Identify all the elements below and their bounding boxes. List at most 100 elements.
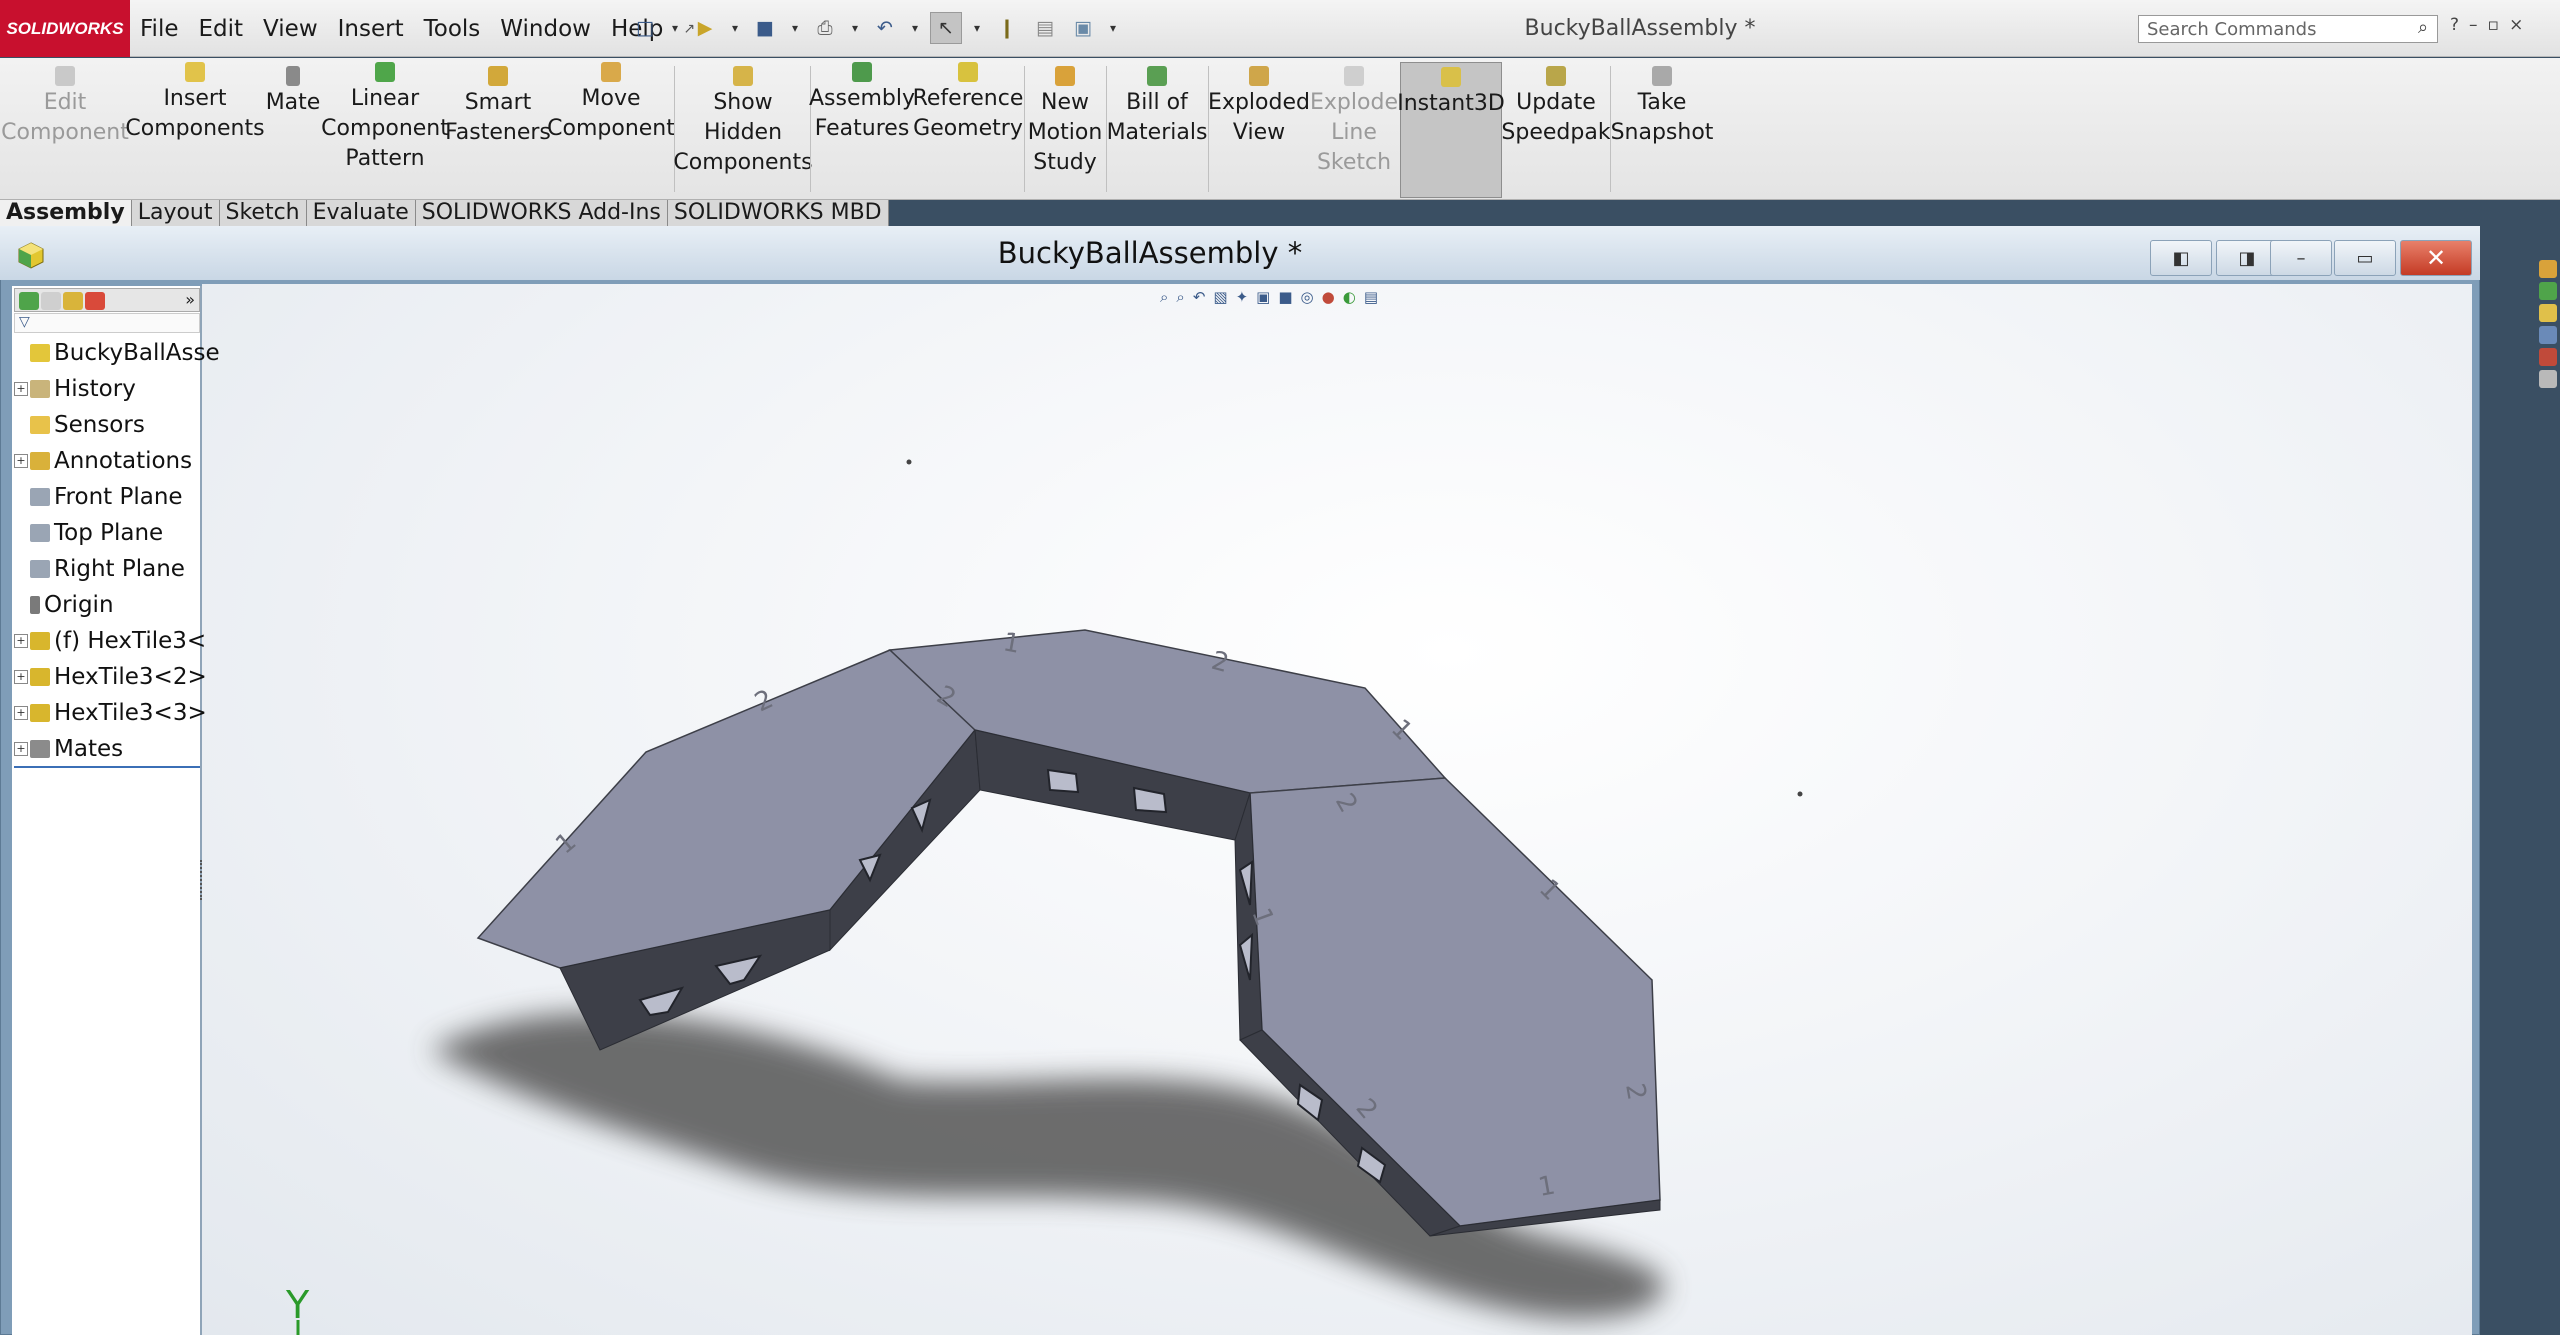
chevron-down-icon[interactable]: ▾: [908, 21, 922, 35]
apply-scene-icon[interactable]: ◐: [1343, 288, 1356, 308]
menu-view[interactable]: View: [263, 16, 318, 42]
help-icon[interactable]: ?: [2450, 15, 2459, 35]
chevron-down-icon[interactable]: ▾: [970, 21, 984, 35]
move-component-button[interactable]: Move Component: [547, 58, 675, 192]
hide-show-items-icon[interactable]: ◎: [1301, 288, 1314, 308]
tree-node-origin[interactable]: Origin: [14, 588, 114, 622]
display-manager-tab-icon[interactable]: [85, 292, 105, 310]
appearances-icon[interactable]: [2539, 348, 2557, 366]
print-icon[interactable]: ⎙: [810, 13, 840, 43]
tree-node-mates[interactable]: + Mates: [14, 732, 123, 766]
exploded-view-button[interactable]: Exploded View: [1208, 62, 1310, 196]
panel-splitter-handle[interactable]: [200, 860, 206, 900]
chevron-down-icon[interactable]: ▾: [728, 21, 742, 35]
tree-node-history[interactable]: + History: [14, 372, 136, 406]
edit-component-button[interactable]: Edit Component: [1, 62, 129, 196]
graphics-viewport[interactable]: 1 2 1 2 1 2 1 2 1 2 1 2 Y: [202, 284, 2472, 1335]
expand-icon[interactable]: +: [14, 634, 28, 648]
property-manager-tab-icon[interactable]: [41, 292, 61, 310]
tree-node-hextile3-3[interactable]: + HexTile3<3>: [14, 696, 207, 730]
tree-node-right-plane[interactable]: Right Plane: [14, 552, 185, 586]
file-properties-icon[interactable]: ▤: [1030, 13, 1060, 43]
options-icon[interactable]: ▣: [1068, 13, 1098, 43]
chevron-down-icon[interactable]: ▾: [1106, 21, 1120, 35]
expand-icon[interactable]: +: [14, 454, 28, 468]
search-icon[interactable]: ⌕: [2418, 17, 2428, 38]
bill-of-materials-button[interactable]: Bill of Materials: [1107, 62, 1207, 196]
tree-node-root[interactable]: BuckyBallAsse: [14, 336, 220, 370]
tree-node-front-plane[interactable]: Front Plane: [14, 480, 183, 514]
insert-components-button[interactable]: Insert Components: [125, 58, 265, 192]
feature-tree-tab-icon[interactable]: [19, 292, 39, 310]
custom-properties-icon[interactable]: [2539, 370, 2557, 388]
new-motion-study-button[interactable]: New Motion Study: [1026, 62, 1104, 196]
explode-line-sketch-button[interactable]: Explode Line Sketch: [1310, 62, 1398, 196]
save-icon[interactable]: ■: [750, 13, 780, 43]
restore-icon[interactable]: ▫: [2488, 15, 2500, 35]
undo-icon[interactable]: ↶: [870, 13, 900, 43]
close-button[interactable]: ✕: [2400, 240, 2472, 276]
search-commands-input[interactable]: Search Commands: [2138, 15, 2438, 43]
linear-component-pattern-button[interactable]: Linear Component Pattern: [321, 58, 449, 192]
zoom-to-area-icon[interactable]: ⌕: [1176, 288, 1184, 308]
tab-addins[interactable]: SOLIDWORKS Add-Ins: [415, 200, 668, 226]
section-view-icon[interactable]: ▧: [1213, 288, 1227, 308]
tab-evaluate[interactable]: Evaluate: [306, 200, 416, 226]
tree-filter-icon[interactable]: ▽: [14, 313, 200, 333]
configuration-manager-tab-icon[interactable]: [63, 292, 83, 310]
new-document-icon[interactable]: □: [630, 13, 660, 43]
zoom-to-fit-icon[interactable]: ⌕: [1160, 288, 1168, 308]
chevron-down-icon[interactable]: ▾: [788, 21, 802, 35]
take-snapshot-button[interactable]: Take Snapshot: [1611, 62, 1713, 196]
tab-layout[interactable]: Layout: [131, 200, 220, 226]
instant3d-button[interactable]: Instant3D: [1397, 62, 1505, 198]
chevron-down-icon[interactable]: ▾: [668, 21, 682, 35]
expand-tabs-icon[interactable]: »: [185, 290, 195, 309]
previous-view-icon[interactable]: ↶: [1193, 288, 1206, 308]
solidworks-logo[interactable]: SOLIDWORKS: [0, 0, 130, 57]
rebuild-icon[interactable]: ❙: [992, 13, 1022, 43]
edit-appearance-icon[interactable]: ●: [1322, 288, 1335, 308]
expand-icon[interactable]: +: [14, 670, 28, 684]
menu-file[interactable]: File: [140, 16, 179, 42]
tab-assembly[interactable]: Assembly: [0, 200, 132, 226]
tile-left-button[interactable]: ◧: [2150, 240, 2212, 276]
menu-tools[interactable]: Tools: [424, 16, 481, 42]
expand-icon[interactable]: +: [14, 742, 28, 756]
smart-fasteners-button[interactable]: Smart Fasteners: [445, 62, 551, 196]
expand-icon[interactable]: +: [14, 382, 28, 396]
reference-geometry-button[interactable]: Reference Geometry: [912, 58, 1024, 192]
dynamic-annotation-icon[interactable]: ✦: [1236, 288, 1249, 308]
assembly-features-button[interactable]: Assembly Features: [809, 58, 915, 192]
file-explorer-icon[interactable]: [2539, 304, 2557, 322]
open-folder-icon[interactable]: ▶: [690, 13, 720, 43]
show-hidden-components-button[interactable]: Show Hidden Components: [673, 62, 813, 196]
tree-node-hextile3-1[interactable]: + (f) HexTile3<: [14, 624, 206, 658]
tile-right-button[interactable]: ◨: [2216, 240, 2278, 276]
close-icon[interactable]: ×: [2509, 15, 2523, 35]
tree-node-annotations[interactable]: + Annotations: [14, 444, 192, 478]
minimize-button[interactable]: –: [2270, 240, 2332, 276]
view-palette-icon[interactable]: [2539, 326, 2557, 344]
display-style-icon[interactable]: ■: [1278, 288, 1292, 308]
chevron-down-icon[interactable]: ▾: [848, 21, 862, 35]
tree-node-hextile3-2[interactable]: + HexTile3<2>: [14, 660, 207, 694]
hex-tile-1[interactable]: [476, 649, 981, 1051]
menu-edit[interactable]: Edit: [199, 16, 244, 42]
home-icon[interactable]: [2539, 260, 2557, 278]
tab-sketch[interactable]: Sketch: [219, 200, 307, 226]
view-settings-icon[interactable]: ▤: [1364, 288, 1378, 308]
update-speedpak-button[interactable]: Update Speedpak: [1501, 62, 1611, 196]
design-library-icon[interactable]: [2539, 282, 2557, 300]
mate-button[interactable]: Mate: [262, 62, 324, 196]
expand-icon[interactable]: +: [14, 706, 28, 720]
tree-node-top-plane[interactable]: Top Plane: [14, 516, 163, 550]
maximize-button[interactable]: ▭: [2334, 240, 2396, 276]
assembly-model[interactable]: 1 2 1 2 1 2 1 2 1 2 1 2 Y: [202, 284, 2472, 1335]
tree-node-sensors[interactable]: Sensors: [14, 408, 145, 442]
view-orientation-icon[interactable]: ▣: [1256, 288, 1270, 308]
menu-window[interactable]: Window: [500, 16, 591, 42]
minimize-icon[interactable]: –: [2469, 15, 2478, 35]
tab-mbd[interactable]: SOLIDWORKS MBD: [667, 200, 889, 226]
select-pointer-icon[interactable]: ↖: [930, 12, 962, 44]
